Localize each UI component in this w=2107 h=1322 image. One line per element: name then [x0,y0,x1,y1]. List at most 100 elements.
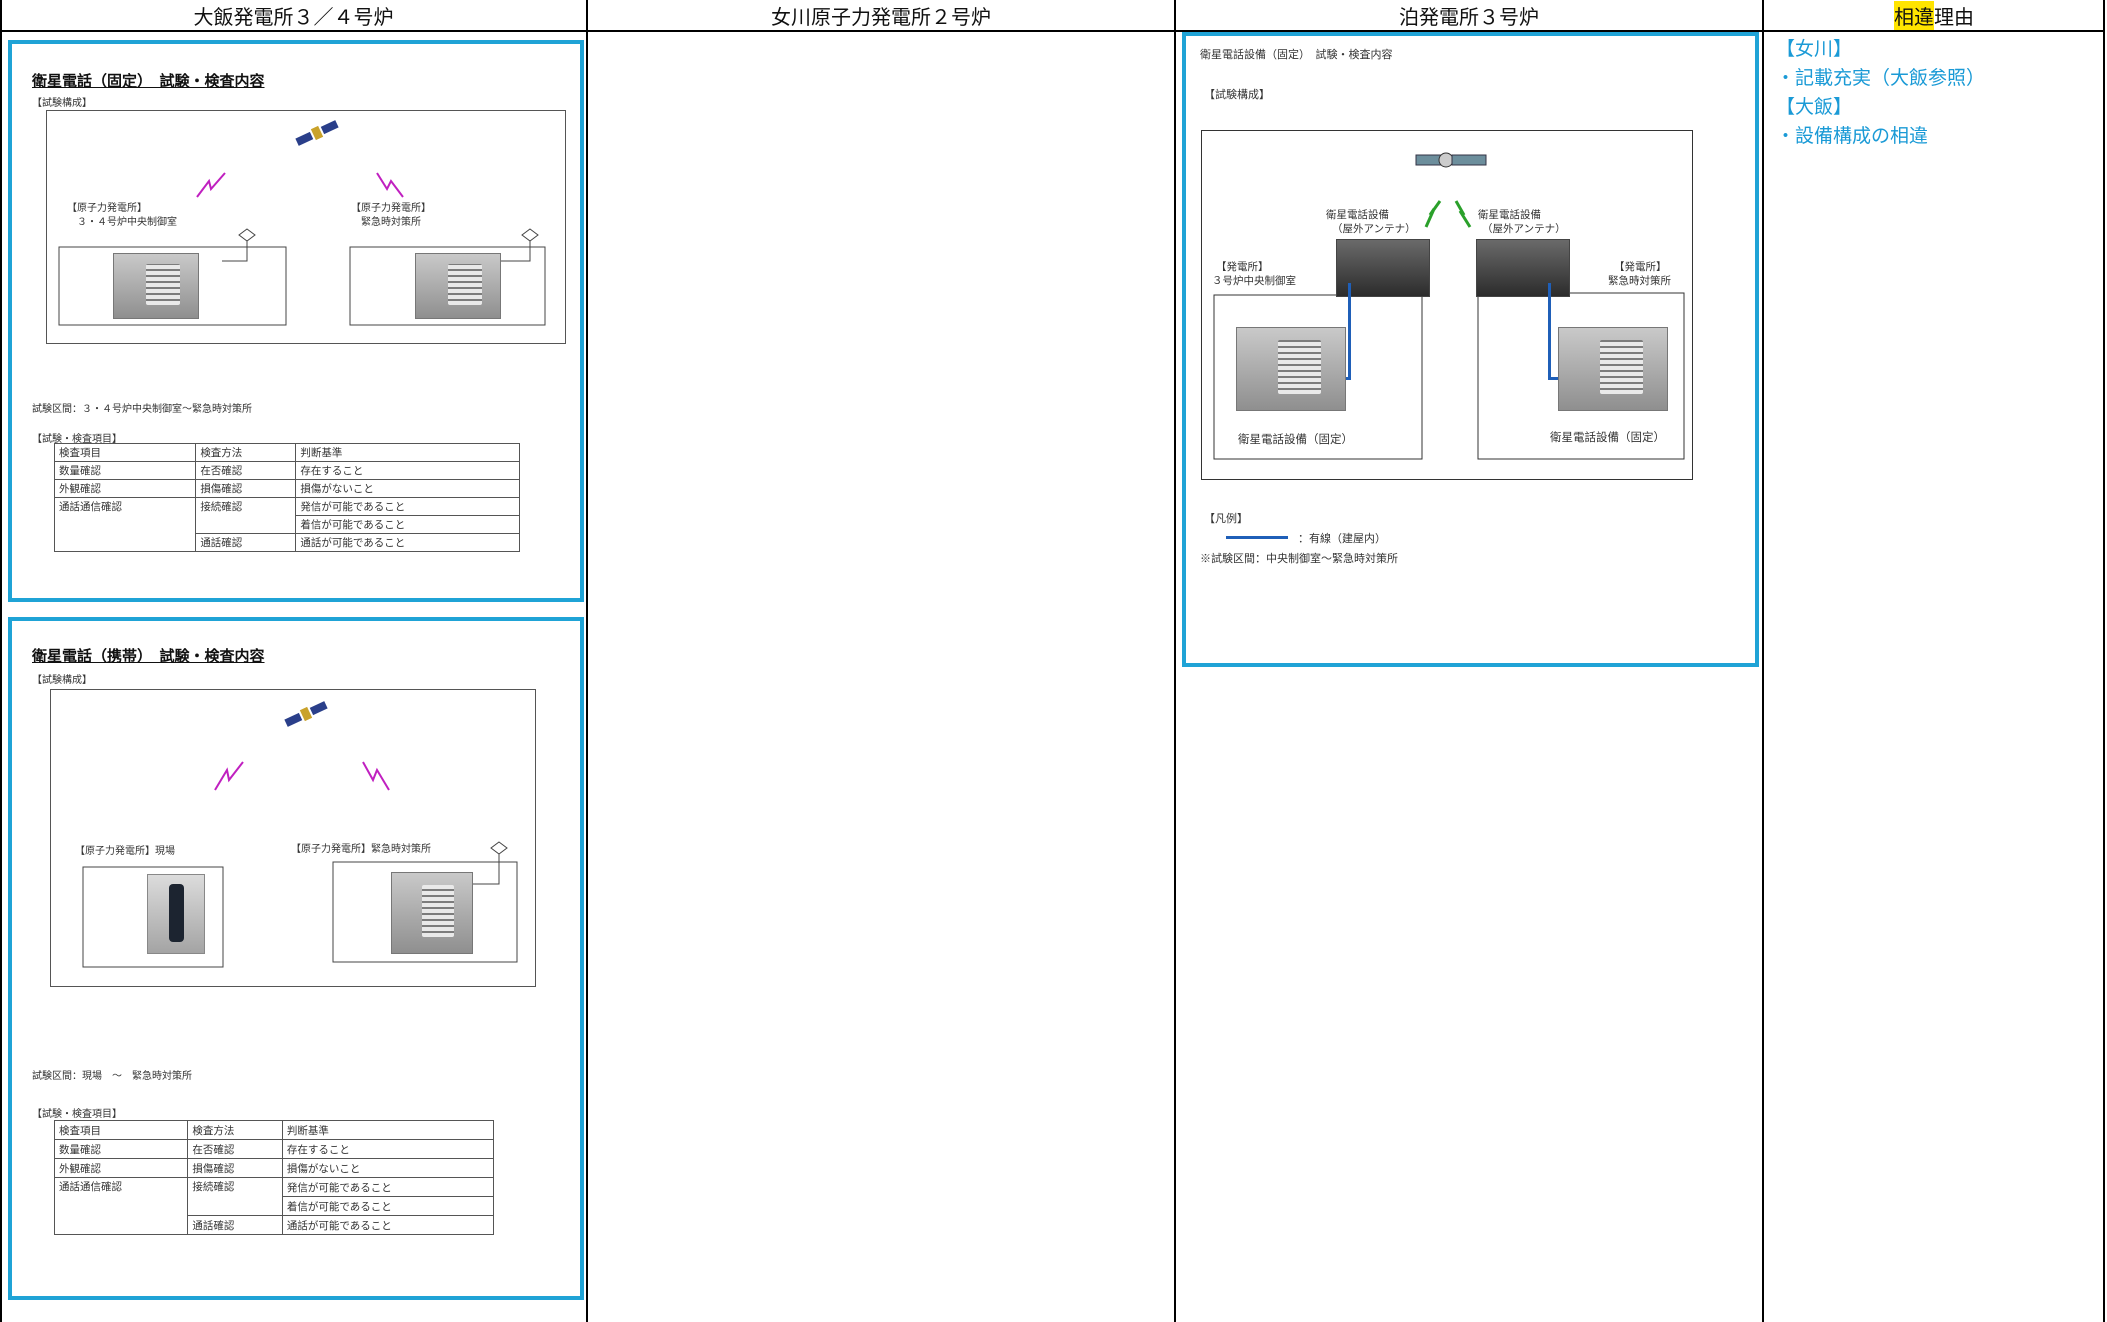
antenna-icon [238,228,256,242]
satellite-icon [1415,152,1487,168]
reason-onagawa-detail: ・記載充実（大飯参照） [1776,67,1986,89]
table-cell: 判断基準 [295,443,520,462]
ohi-mobile-panel: 衛星電話（携帯） 試験・検査内容 【試験構成】 【原子力発電所】現場 【原子力発… [8,617,584,1300]
tomari-legend-text: ：有線（建屋内） [1298,532,1386,545]
ohi-mobile-section: 試験区間：現場 ～ 緊急時対策所 [32,1071,192,1082]
table-cell: 検査項目 [53,1120,189,1140]
header-tomari: 泊発電所３号炉 [1175,0,1763,32]
reason-ohi-detail: ・設備構成の相違 [1776,125,1929,147]
ohi-fixed-section: 試験区間：３・４号炉中央制御室～緊急時対策所 [32,404,252,415]
ohi-fixed-left-station: 【原子力発電所】 [67,203,147,214]
tomari-right-location: 緊急時対策所 [1608,275,1671,287]
satellite-icon [284,701,328,727]
table-cell: 通話が可能であること [295,533,520,552]
table-cell: 損傷確認 [187,1158,283,1178]
tomari-section: ※試験区間：中央制御室～緊急時対策所 [1200,552,1398,565]
header-tomari-text: 泊発電所３号炉 [1399,4,1539,29]
legend-line [1226,536,1288,539]
table-cell: 接続確認 [195,497,297,534]
table-row: 検査項目 検査方法 判断基準 [53,443,520,462]
tomari-panel: 衛星電話設備（固定） 試験・検査内容 【試験構成】 衛星電話設備 （屋外アンテナ… [1182,32,1759,667]
table-row: 数量確認 在否確認 存在すること [53,461,520,480]
signal-bolt-icon [362,761,390,791]
ohi-fixed-panel: 衛星電話（固定） 試験・検査内容 【試験構成】 【原子力発電所】 ３・４号炉中央… [8,40,584,602]
signal-bolt-icon [1454,200,1472,228]
header-reason-highlight: 相違 [1894,0,1934,30]
desk-phone-photo [391,872,473,954]
antenna-icon [490,841,508,855]
mobile-phone-photo [147,874,205,954]
table-cell: 検査項目 [53,443,197,462]
ohi-fixed-right-location: 緊急時対策所 [361,217,421,228]
signal-bolt-icon [196,172,226,198]
tomari-right-station: 【発電所】 [1614,261,1667,273]
table-cell: 通話確認 [195,533,297,552]
table-cell: 損傷がないこと [295,479,520,498]
header-onagawa-text: 女川原子力発電所２号炉 [771,4,991,29]
antenna-icon [521,228,539,242]
tomari-title: 衛星電話設備（固定） 試験・検査内容 [1200,48,1393,61]
ohi-mobile-left-label: 【原子力発電所】現場 [75,846,175,857]
table-row: 外観確認 損傷確認 損傷がないこと [53,1158,495,1178]
outdoor-antenna-photo [1476,239,1570,297]
tomari-left-caption: 衛星電話設備（固定） [1238,432,1353,446]
tomari-legend-label: 【凡例】 [1204,512,1248,525]
ohi-mobile-right-label: 【原子力発電所】緊急時対策所 [291,844,431,855]
table-cell: 判断基準 [281,1120,495,1140]
ohi-mobile-diagram: 【原子力発電所】現場 【原子力発電所】緊急時対策所 [50,689,536,987]
satellite-icon [295,120,339,146]
table-row: 外観確認 損傷確認 損傷がないこと [53,479,520,498]
signal-bolt-icon [214,761,244,791]
table-cell: 接続確認 [187,1177,283,1216]
table-cell: 通話通信確認 [53,1177,189,1235]
header-reason-rest: 理由 [1934,4,1974,29]
wire-line [1548,283,1551,379]
header-onagawa: 女川原子力発電所２号炉 [587,0,1175,32]
ohi-fixed-diagram: 【原子力発電所】 ３・４号炉中央制御室 【原子力発電所】 緊急時対策所 [46,110,566,344]
table-cell: 数量確認 [53,1139,189,1159]
tomari-antenna-right-label: 衛星電話設備 [1478,209,1541,221]
table-row: 通話通信確認 接続確認 発信が可能であること [53,497,520,552]
header-reason: 相違 理由 [1763,0,2105,32]
table-cell: 損傷がないこと [281,1158,495,1178]
ohi-fixed-right-station: 【原子力発電所】 [351,203,431,214]
column-divider [1762,0,1764,1322]
table-cell: 発信が可能であること [295,497,520,516]
column-divider [586,0,588,1322]
header-ohi-text: 大飯発電所３／４号炉 [193,4,394,29]
tomari-antenna-left-sub: （屋外アンテナ） [1332,223,1416,235]
table-cell: 存在すること [281,1139,495,1159]
table-cell: 通話通信確認 [53,497,197,552]
ohi-fixed-inspection-table: 検査項目 検査方法 判断基準 数量確認 在否確認 存在すること 外観確認 損傷確認 損傷がな… [53,443,520,552]
ohi-mobile-inspection-table: 検査項目 検査方法 判断基準 数量確認 在否確認 存在すること 外観確認 損傷確認 損傷がな… [53,1120,495,1235]
desk-phone-photo [415,253,501,319]
ohi-fixed-title: 衛星電話（固定） 試験・検査内容 [32,72,265,90]
table-row: 数量確認 在否確認 存在すること [53,1139,495,1159]
table-cell: 在否確認 [187,1139,283,1159]
table-cell: 通話が可能であること [281,1215,495,1235]
ohi-fixed-config-label: 【試験構成】 [32,98,92,109]
table-cell: 通話確認 [187,1215,283,1235]
desk-phone-photo [1236,327,1346,411]
reason-ohi-heading: 【大飯】 [1776,96,1853,118]
tomari-right-caption: 衛星電話設備（固定） [1550,430,1665,444]
tomari-diagram: 衛星電話設備 （屋外アンテナ） 衛星電話設備 （屋外アンテナ） 【発電所】 ３号… [1201,130,1693,480]
table-cell: 着信が可能であること [281,1196,495,1216]
table-cell: 外観確認 [53,1158,189,1178]
table-row: 検査項目 検査方法 判断基準 [53,1120,495,1140]
desk-phone-photo [113,253,199,319]
reason-onagawa-heading: 【女川】 [1776,38,1853,60]
table-cell: 在否確認 [195,461,297,480]
table-row: 通話通信確認 接続確認 発信が可能であること [53,1177,495,1235]
table-cell: 発信が可能であること [281,1177,495,1197]
ohi-mobile-items-label: 【試験・検査項目】 [32,1109,122,1120]
tomari-left-location: ３号炉中央制御室 [1212,275,1296,287]
table-cell: 検査方法 [187,1120,283,1140]
wire-line [1348,283,1351,379]
column-divider [1174,0,1176,1322]
tomari-config-label: 【試験構成】 [1204,88,1270,101]
signal-bolt-icon [376,172,404,198]
table-cell: 着信が可能であること [295,515,520,534]
ohi-mobile-title: 衛星電話（携帯） 試験・検査内容 [32,647,265,665]
ohi-mobile-config-label: 【試験構成】 [32,675,92,686]
